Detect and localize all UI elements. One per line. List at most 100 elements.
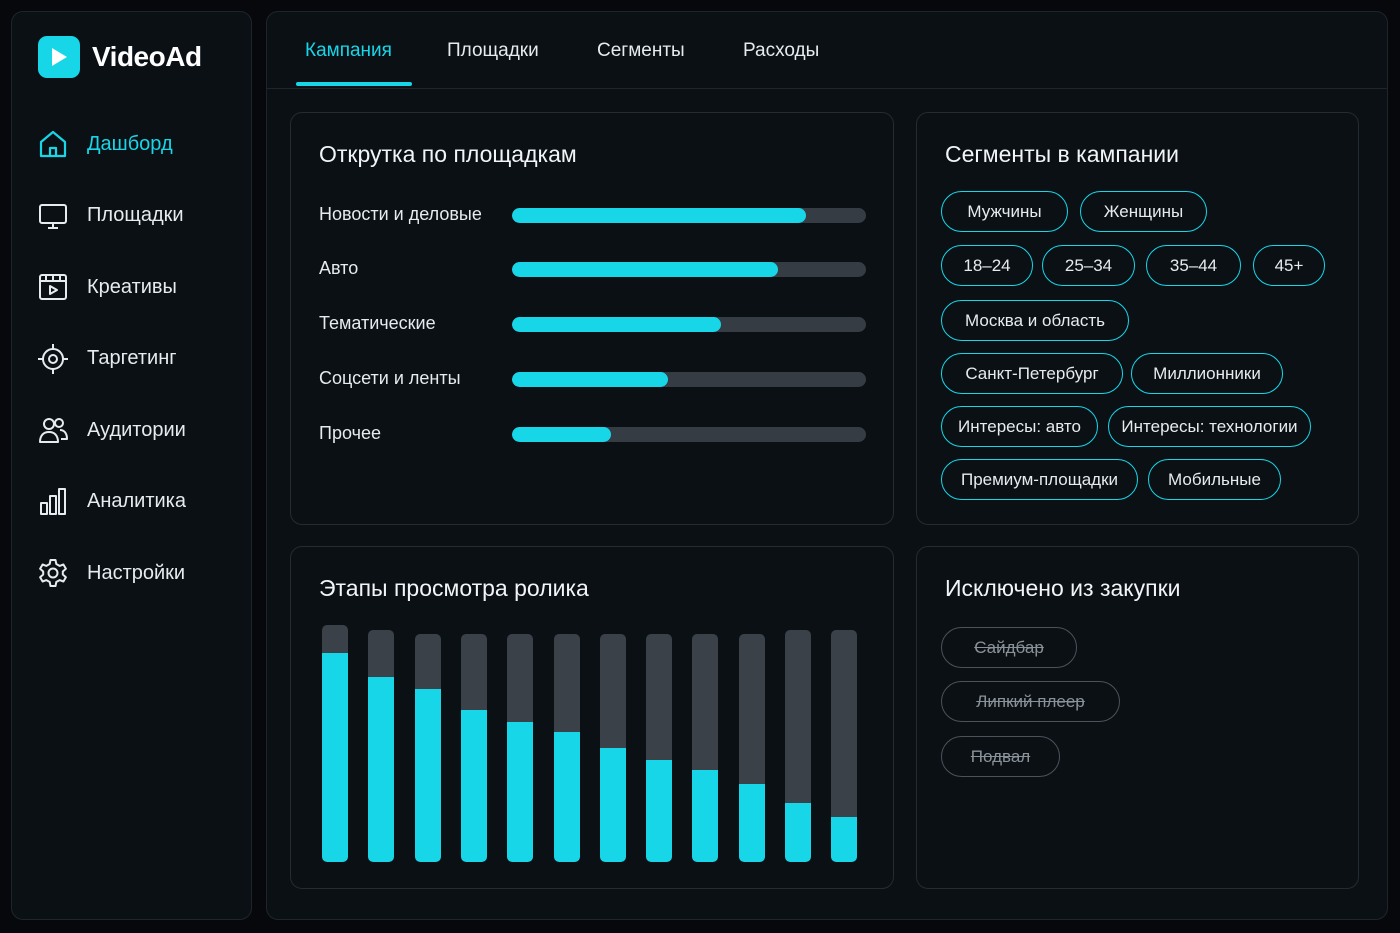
sidebar-item-placements[interactable]: Площадки [12,196,251,236]
placement-bar-fill [512,262,778,277]
stage-bar-track [646,634,673,862]
stage-bar-track [553,634,580,862]
placement-bar-track [512,427,866,442]
segment-chip[interactable]: Женщины [1080,191,1207,232]
segment-chip[interactable]: 18–24 [941,245,1033,286]
app-logo[interactable]: VideoAd [38,36,202,78]
active-tab-indicator [296,82,412,86]
placement-bar-track [512,262,866,277]
sidebar-item-label: Таргетинг [87,347,177,369]
bar-chart-icon [36,485,70,519]
sidebar-item-label: Дашборд [87,132,173,155]
excluded-title: Исключено из закупки [945,575,1181,601]
stage-bar-track [322,625,348,862]
sidebar-item-creatives[interactable]: Креативы [12,267,251,307]
stage-bar-fill [692,769,719,862]
play-icon [38,36,80,78]
excluded-chip[interactable]: Подвал [941,736,1060,777]
placement-label: Соцсети и ленты [319,368,461,388]
placement-bar-track [512,372,866,387]
placements-card: Открутка по площадкам Новости и деловые А… [290,112,894,525]
stage-bar-fill [414,689,441,862]
video-clip-icon [36,270,70,304]
placement-label: Авто [319,258,359,278]
segment-chip[interactable]: Интересы: авто [941,406,1098,447]
placements-title: Открутка по площадкам [319,141,577,167]
segment-chip[interactable]: Миллионники [1131,353,1283,394]
segment-chip[interactable]: Москва и область [941,300,1129,341]
stage-bar-fill [460,710,487,862]
tab-campaign[interactable]: Кампания [305,40,392,62]
tab-segments[interactable]: Сегменты [597,40,685,62]
tab-placements[interactable]: Площадки [447,40,539,62]
stage-bar-track [785,629,811,862]
placement-label: Новости и деловые [319,204,482,224]
placement-bar-fill [512,427,612,442]
stage-bar-fill [599,748,626,862]
stage-bar-track [831,629,858,862]
sidebar-item-label: Креативы [87,275,177,298]
sidebar-item-analytics[interactable]: Аналитика [12,482,251,522]
segment-chip[interactable]: 25–34 [1042,245,1135,286]
placement-label: Прочее [319,423,381,443]
gear-icon [36,556,70,590]
placement-row: Тематические [319,313,867,335]
segments-card: Сегменты в кампании Мужчины Женщины 18–24 2… [916,112,1359,525]
stage-bar-track [368,629,395,862]
segment-chip[interactable]: Санкт-Петербург [941,353,1123,394]
monitor-icon [36,199,70,233]
placement-row: Прочее [319,423,867,445]
stage-bar-track [599,634,626,862]
placement-bar-fill [512,208,806,223]
placement-bar-fill [512,372,668,387]
sidebar-item-label: Площадки [87,204,184,226]
segment-chip[interactable]: Премиум-площадки [941,459,1138,500]
stages-card: Этапы просмотра ролика [290,546,894,889]
segment-chip[interactable]: Интересы: технологии [1108,406,1311,447]
stage-bar-fill [322,653,348,862]
users-icon [36,413,70,447]
placement-row: Новости и деловые [319,204,867,226]
sidebar-item-label: Настройки [87,561,186,584]
main-panel: Кампания Площадки Сегменты Расходы Откру… [266,11,1388,920]
placement-row: Соцсети и ленты [319,368,867,390]
sidebar-item-label: Аналитика [87,490,186,512]
stage-bar-fill [831,816,858,862]
sidebar-item-audiences[interactable]: Аудитории [12,410,251,450]
stage-bar-track [738,634,765,862]
stage-bar-fill [785,802,811,862]
stage-bar-fill [738,783,765,862]
sidebar-nav: Дашборд Площадки Креативы Таргетинг Ауди… [12,124,251,625]
app-name: VideoAd [92,41,202,72]
tab-bar: Кампания Площадки Сегменты Расходы [267,12,1387,89]
stages-chart [322,625,862,862]
segments-title: Сегменты в кампании [945,141,1179,167]
home-icon [36,127,70,161]
placement-label: Тематические [319,313,436,333]
segment-chip[interactable]: 35–44 [1146,245,1241,286]
placement-row: Авто [319,258,867,280]
stage-bar-track [507,634,534,862]
placement-bar-track [512,208,866,223]
sidebar-item-settings[interactable]: Настройки [12,553,251,593]
stages-title: Этапы просмотра ролика [319,575,589,601]
segment-chip[interactable]: Мобильные [1148,459,1281,500]
stage-bar-fill [507,722,534,862]
stage-bar-track [460,634,487,862]
excluded-chip[interactable]: Липкий плеер [941,681,1120,722]
excluded-chip[interactable]: Сайдбар [941,627,1077,668]
excluded-card: Исключено из закупки Сайдбар Липкий плеер… [916,546,1359,889]
sidebar: VideoAd Дашборд Площадки Креативы Таргет… [11,11,252,920]
placement-bar-track [512,317,866,332]
tab-expenses[interactable]: Расходы [743,40,819,62]
sidebar-item-label: Аудитории [87,418,186,441]
sidebar-item-dashboard[interactable]: Дашборд [12,124,251,164]
sidebar-item-targeting[interactable]: Таргетинг [12,339,251,379]
stage-bar-track [414,634,441,862]
segment-chip[interactable]: Мужчины [941,191,1068,232]
stage-bar-fill [368,677,395,862]
target-icon [36,342,70,376]
segment-chip[interactable]: 45+ [1253,245,1325,286]
stage-bar-track [692,634,719,862]
stage-bar-fill [553,731,580,862]
